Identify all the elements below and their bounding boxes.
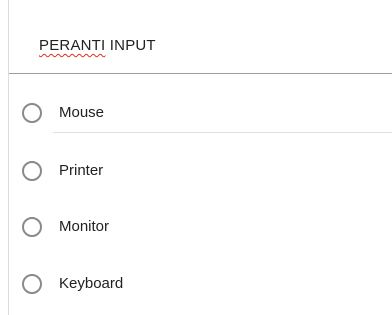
- question-title: PERANTI INPUT: [39, 37, 156, 55]
- radio-circle-icon[interactable]: [22, 103, 42, 123]
- question-title-rest: INPUT: [105, 37, 156, 54]
- option-label: Keyboard: [59, 275, 124, 292]
- option-monitor[interactable]: Monitor: [9, 207, 392, 247]
- option-keyboard[interactable]: Keyboard: [9, 264, 392, 304]
- question-card: PERANTI INPUT Mouse Printer Monitor Keyb…: [8, 0, 392, 315]
- radio-circle-icon[interactable]: [22, 274, 42, 294]
- option-mouse[interactable]: Mouse: [9, 93, 392, 133]
- option-divider: [53, 132, 392, 133]
- option-label: Printer: [59, 162, 104, 179]
- option-printer[interactable]: Printer: [9, 151, 392, 191]
- option-label: Mouse: [59, 104, 105, 121]
- question-header: PERANTI INPUT: [9, 0, 392, 74]
- radio-circle-icon[interactable]: [22, 161, 42, 181]
- option-label: Monitor: [59, 218, 110, 235]
- question-title-misspelled-word: PERANTI: [39, 37, 106, 54]
- radio-circle-icon[interactable]: [22, 217, 42, 237]
